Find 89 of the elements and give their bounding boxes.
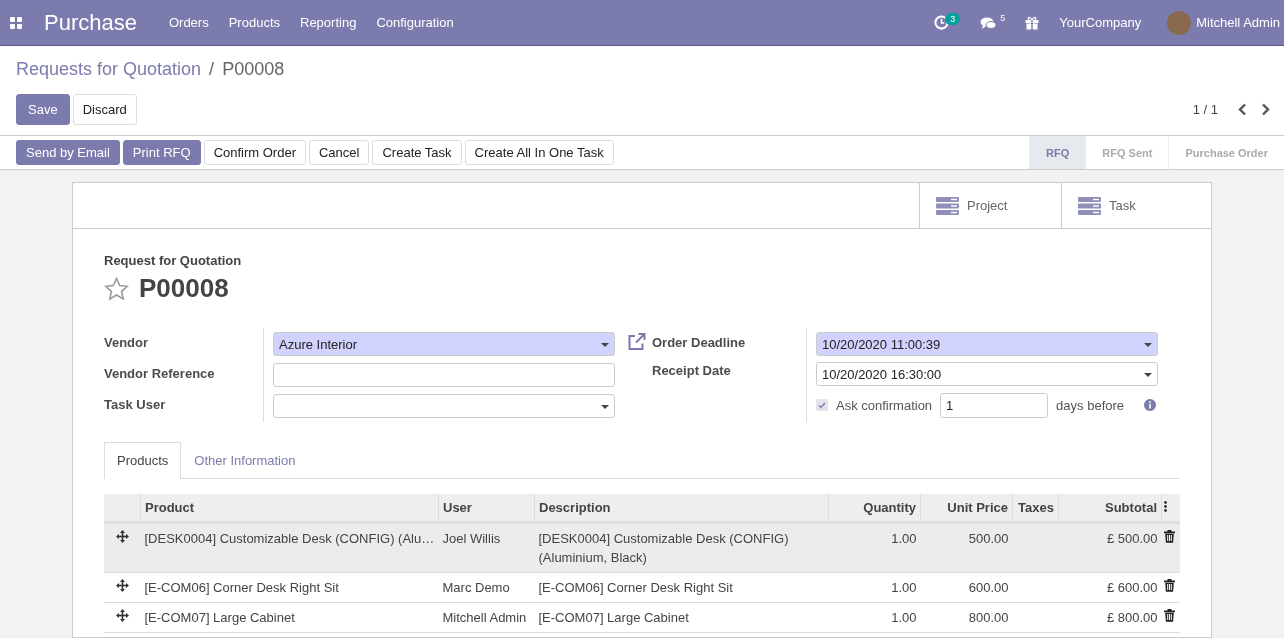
table-row[interactable]: [E-COM06] Corner Desk Right Sit Marc Demo [E-COM06] Corner Desk Right Sit 1.00 600.00 £ 600.00 bbox=[104, 572, 1180, 603]
column-header[interactable]: Taxes bbox=[1012, 494, 1059, 523]
table-cell: [DESK0004] Customizable Desk (CONFIG) (Alu… bbox=[140, 522, 439, 573]
action-button[interactable]: Send by Email bbox=[16, 140, 120, 165]
action-button[interactable]: Cancel bbox=[309, 140, 370, 165]
menu-item[interactable]: Products bbox=[228, 15, 280, 30]
action-button[interactable]: Create Task bbox=[372, 140, 462, 165]
delete-icon[interactable] bbox=[1163, 530, 1175, 543]
table-cell: 500.00 bbox=[920, 522, 1013, 573]
drag-handle-icon[interactable] bbox=[115, 609, 129, 622]
days-suffix: days before bbox=[1056, 397, 1125, 413]
table-cell: [E-COM06] Corner Desk Right Sit bbox=[534, 572, 829, 603]
breadcrumb-current: P00008 bbox=[222, 59, 285, 80]
action-button[interactable]: Confirm Order bbox=[203, 140, 306, 165]
info-icon[interactable] bbox=[1144, 399, 1157, 412]
table-row[interactable]: [E-COM07] Large Cabinet Mitchell Admin [E-COM07] Large Cabinet 1.00 800.00 £ 800.00 bbox=[104, 602, 1180, 633]
server-stack-icon bbox=[1078, 196, 1101, 215]
days-input[interactable]: 1 bbox=[940, 392, 1049, 418]
date-field[interactable]: 10/20/2020 11:00:39 bbox=[816, 332, 1158, 356]
table-cell: [DESK0004] Customizable Desk (CONFIG) (Aluminium, Black) bbox=[534, 522, 829, 573]
app-name[interactable]: Purchase bbox=[44, 9, 137, 36]
clock-icon[interactable] bbox=[934, 15, 950, 30]
message-count: 5 bbox=[1000, 12, 1006, 23]
column-header[interactable]: User bbox=[438, 494, 535, 523]
chat-icon[interactable] bbox=[980, 15, 998, 30]
previous-icon[interactable] bbox=[1238, 103, 1247, 116]
column-header[interactable]: Subtotal bbox=[1058, 494, 1162, 523]
breadcrumb-separator: / bbox=[209, 59, 215, 80]
checkbox-label: Ask confirmation bbox=[836, 397, 933, 413]
table-cell: [E-COM07] Large Cabinet bbox=[534, 602, 829, 633]
table-cell: 600.00 bbox=[920, 572, 1013, 603]
table-cell: Joel Willis bbox=[438, 522, 535, 573]
smart-button[interactable]: Project bbox=[919, 183, 1061, 228]
table-cell: 1.00 bbox=[828, 522, 921, 573]
checkbox[interactable] bbox=[816, 399, 828, 412]
column-header[interactable]: Product bbox=[140, 494, 439, 523]
table-cell: Mitchell Admin bbox=[438, 602, 535, 633]
table-cell: 1.00 bbox=[828, 572, 921, 603]
discard-button[interactable]: Discard bbox=[72, 94, 137, 125]
field-label: Vendor bbox=[104, 334, 150, 350]
action-button[interactable]: Create All In One Task bbox=[464, 140, 614, 165]
apps-menu-icon[interactable] bbox=[10, 16, 22, 29]
column-options-icon[interactable] bbox=[1164, 501, 1167, 512]
menu-item[interactable]: Reporting bbox=[300, 15, 357, 30]
star-icon[interactable] bbox=[104, 276, 129, 301]
column-header[interactable]: Description bbox=[534, 494, 829, 523]
delete-icon[interactable] bbox=[1163, 609, 1175, 622]
table-cell: £ 800.00 bbox=[1058, 602, 1162, 633]
menu-item[interactable]: Orders bbox=[168, 15, 209, 30]
gift-icon[interactable] bbox=[1025, 15, 1040, 30]
save-button[interactable]: Save bbox=[16, 94, 70, 125]
table-cell: £ 600.00 bbox=[1058, 572, 1162, 603]
table-cell: 1.00 bbox=[828, 602, 921, 633]
table-row[interactable]: [DESK0004] Customizable Desk (CONFIG) (Alu… Joel Willis [DESK0004] Customizable Desk (CONFIG) (Aluminium, Black) 1.00 500.00 £ 500.00 bbox=[104, 522, 1180, 573]
dropdown-field[interactable]: Azure Interior bbox=[273, 332, 615, 356]
next-icon[interactable] bbox=[1261, 103, 1270, 116]
table-cell: [E-COM06] Corner Desk Right Sit bbox=[140, 572, 439, 603]
server-stack-icon bbox=[936, 196, 959, 215]
tab[interactable]: Products bbox=[104, 442, 182, 479]
column-header[interactable]: Unit Price bbox=[920, 494, 1013, 523]
company-switcher[interactable]: YourCompany bbox=[1059, 15, 1142, 30]
table-cell: 800.00 bbox=[920, 602, 1013, 633]
activity-count-badge: 3 bbox=[945, 12, 961, 25]
tab[interactable]: Other Information bbox=[181, 442, 309, 478]
smart-button-label: Project bbox=[967, 198, 1008, 213]
external-link-icon[interactable] bbox=[627, 333, 646, 351]
table-cell: [E-COM07] Large Cabinet bbox=[140, 602, 439, 633]
column-header[interactable]: Quantity bbox=[828, 494, 921, 523]
date-field[interactable]: 10/20/2020 16:30:00 bbox=[816, 362, 1158, 387]
pager-value: 1 / 1 bbox=[1192, 102, 1218, 117]
drag-handle-icon[interactable] bbox=[115, 530, 129, 543]
field-label: Vendor Reference bbox=[104, 365, 216, 381]
dropdown-field[interactable] bbox=[273, 394, 615, 418]
user-menu[interactable]: Mitchell Admin bbox=[1196, 15, 1280, 30]
drag-handle-icon[interactable] bbox=[115, 579, 129, 592]
table-cell: £ 500.00 bbox=[1058, 522, 1162, 573]
field-label: Task User bbox=[104, 396, 167, 412]
record-title: P00008 bbox=[139, 273, 229, 304]
table-cell: Marc Demo bbox=[438, 572, 535, 603]
action-button[interactable]: Print RFQ bbox=[122, 140, 201, 165]
delete-icon[interactable] bbox=[1163, 579, 1175, 592]
smart-button[interactable]: Task bbox=[1061, 183, 1203, 228]
menu-item[interactable]: Configuration bbox=[376, 15, 454, 30]
input-field[interactable] bbox=[273, 363, 615, 387]
field-label: Order Deadline bbox=[652, 334, 746, 350]
form-subtitle: Request for Quotation bbox=[104, 253, 243, 268]
field-label: Receipt Date bbox=[652, 363, 731, 379]
breadcrumb-link[interactable]: Requests for Quotation bbox=[16, 59, 202, 80]
smart-button-label: Task bbox=[1109, 198, 1136, 213]
